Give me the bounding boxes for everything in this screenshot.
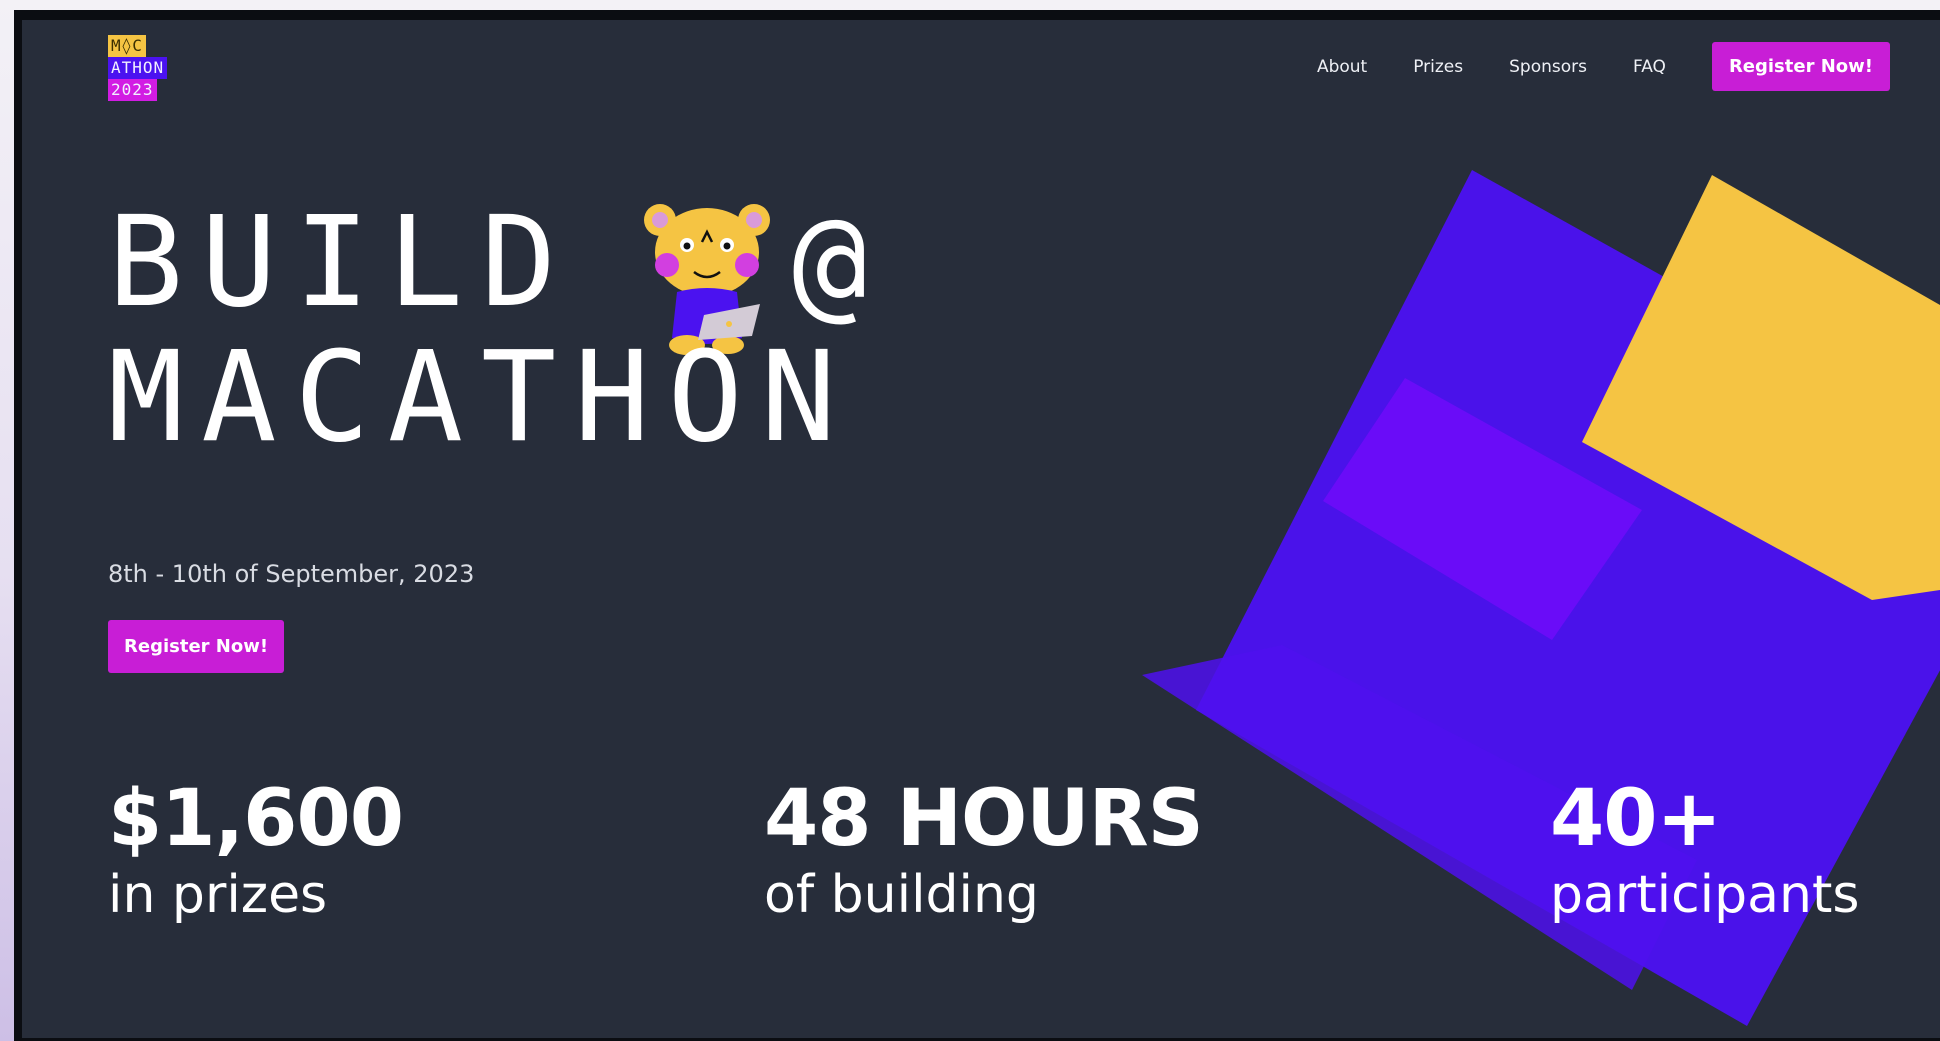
logo-line-2: ATHON	[108, 57, 168, 79]
browser-viewport: M◊C ATHON 2023 About Prizes Sponsors FAQ…	[14, 10, 1940, 1041]
hero-at-symbol: @	[792, 190, 868, 335]
nav-link-faq[interactable]: FAQ	[1633, 57, 1666, 77]
nav-link-about[interactable]: About	[1317, 57, 1367, 77]
hero-title-build: BUILD	[108, 190, 575, 335]
stat-hours: 48 HOURS of building	[764, 774, 1204, 930]
nav-link-prizes[interactable]: Prizes	[1413, 57, 1463, 77]
hero-title-macathon: MACATHON	[108, 325, 855, 470]
hero-register-button[interactable]: Register Now!	[108, 620, 285, 673]
macathon-logo[interactable]: M◊C ATHON 2023	[108, 35, 168, 101]
top-navigation: About Prizes Sponsors FAQ Register Now!	[1271, 42, 1890, 91]
stat-value: 48 HOURS	[764, 774, 1204, 864]
logo-line-1: M◊C	[108, 35, 146, 57]
event-date: 8th - 10th of September, 2023	[108, 560, 475, 588]
nav-register-button[interactable]: Register Now!	[1711, 42, 1890, 91]
stat-label: participants	[1550, 865, 1860, 925]
stat-participants: 40+ participants	[1550, 780, 1859, 930]
stat-value: 40+	[1550, 774, 1722, 864]
landing-page: M◊C ATHON 2023 About Prizes Sponsors FAQ…	[22, 20, 1940, 1038]
stat-value: $1,600	[108, 774, 404, 864]
stat-prizes: $1,600 in prizes	[108, 774, 404, 930]
nav-link-sponsors[interactable]: Sponsors	[1509, 57, 1587, 77]
stat-label: in prizes	[108, 865, 328, 925]
stat-label: of building	[764, 865, 1039, 925]
logo-line-3: 2023	[108, 79, 157, 101]
